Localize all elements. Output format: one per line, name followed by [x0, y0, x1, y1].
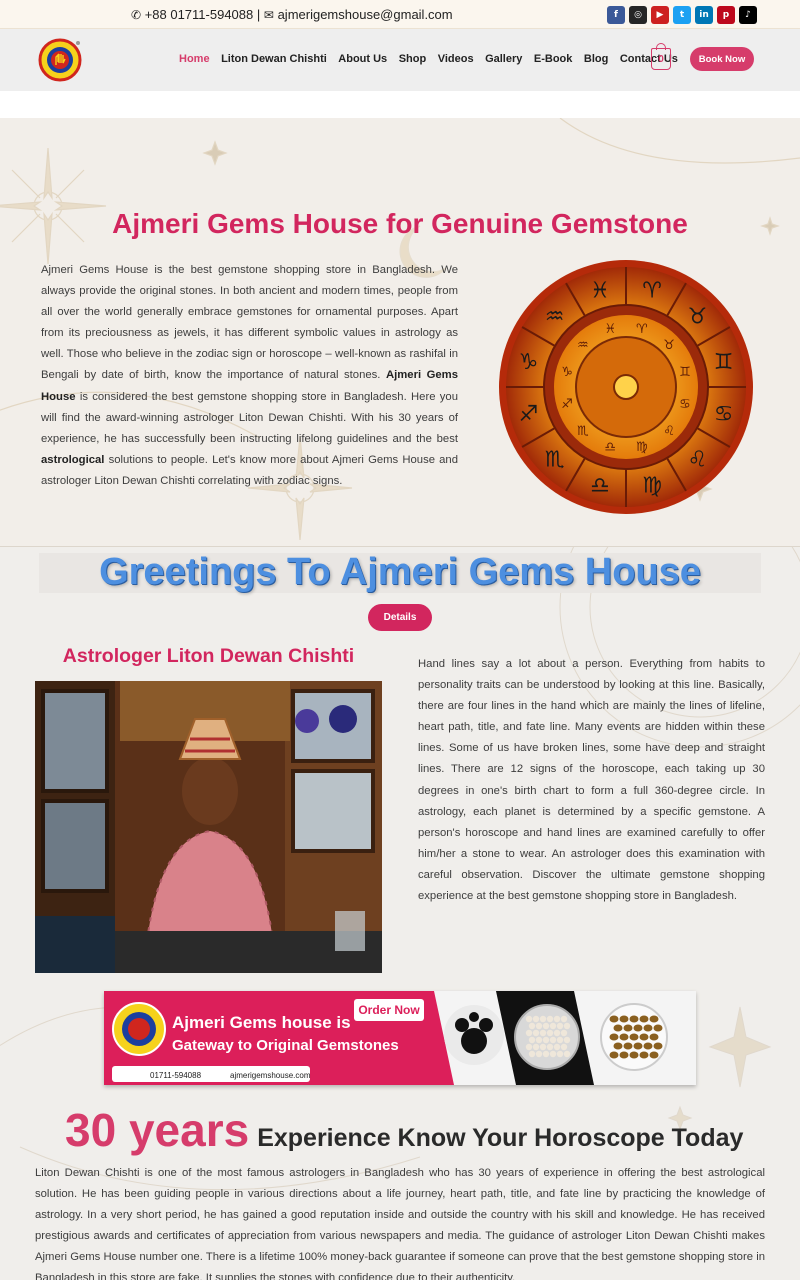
- svg-text:♐: ♐: [561, 397, 573, 412]
- nav-item-home[interactable]: Home: [179, 53, 210, 65]
- svg-text:♑: ♑: [561, 365, 573, 380]
- email-address[interactable]: ajmerigemshouse@gmail.com: [278, 7, 453, 22]
- tiktok-icon[interactable]: ♪: [739, 6, 757, 24]
- nav-item-shop[interactable]: Shop: [399, 53, 427, 65]
- svg-text:♏: ♏: [545, 447, 565, 472]
- banner-line-2: Gateway to Original Gemstones: [172, 1037, 399, 1054]
- ajmeri-logo[interactable]: [37, 38, 83, 82]
- greeting-title: Greetings To Ajmeri Gems House: [99, 551, 701, 593]
- main-nav: Home Liton Dewan Chishti About Us Shop Video…: [179, 53, 689, 65]
- details-button[interactable]: Details: [368, 604, 432, 631]
- social-links: f ◎ ▶ t in p ♪: [607, 6, 757, 24]
- svg-text:♊: ♊: [714, 350, 734, 375]
- nav-item-liton-dewan-chishti[interactable]: Liton Dewan Chishti: [221, 53, 327, 65]
- banner-website: ajmerigemshouse.com: [230, 1071, 311, 1080]
- top-contact-bar: ✆ +88 01711-594088 | ✉ ajmerigemshouse@g…: [0, 0, 800, 29]
- svg-text:♈: ♈: [636, 322, 648, 337]
- hero-title: Ajmeri Gems House for Genuine Gemstone: [112, 208, 688, 239]
- nav-item-gallery[interactable]: Gallery: [485, 53, 522, 65]
- cart-count: 0: [658, 53, 664, 65]
- svg-text:♋: ♋: [679, 397, 691, 412]
- envelope-icon: ✉: [263, 8, 274, 22]
- zodiac-wheel-image: ♈♉♊♋♌♍♎♏♐♑♒♓ ♈♉♊♋♌♍♎♏♐♑♒♓: [499, 260, 753, 514]
- astrologer-paragraph: Hand lines say a lot about a person. Eve…: [418, 658, 765, 903]
- svg-text:♊: ♊: [679, 365, 691, 380]
- banner-phone: 01711-594088: [150, 1071, 202, 1080]
- banner-order-label[interactable]: Order Now: [358, 1003, 420, 1017]
- hero-paragraph: Ajmeri Gems House is the best gemstone s…: [41, 260, 458, 492]
- astrologer-photo: [35, 681, 382, 973]
- hero-text-2: is considered the best gemstone shopping…: [41, 390, 458, 445]
- nav-item-e-book[interactable]: E-Book: [534, 53, 573, 65]
- svg-text:♓: ♓: [590, 278, 610, 303]
- greetings-section: Greetings To Ajmeri Gems House Details A…: [0, 546, 800, 1280]
- experience-subtitle: Experience Know Your Horoscope Today: [257, 1124, 744, 1152]
- nav-item-blog[interactable]: Blog: [584, 53, 608, 65]
- svg-text:♎: ♎: [604, 440, 616, 455]
- facebook-icon[interactable]: f: [607, 6, 625, 24]
- svg-text:♉: ♉: [688, 305, 708, 330]
- hero-text-3: solutions to people. Let's know more abo…: [41, 453, 458, 487]
- banner-line-1: Ajmeri Gems house is: [172, 1013, 351, 1032]
- header-spacer: [0, 91, 800, 118]
- cart-icon[interactable]: 0: [651, 43, 671, 70]
- svg-text:♏: ♏: [577, 424, 589, 439]
- astrologer-title: Astrologer Liton Dewan Chishti: [62, 645, 355, 667]
- hero-bold-astrological[interactable]: astrological: [41, 454, 104, 466]
- svg-text:♋: ♋: [714, 402, 734, 427]
- svg-text:♐: ♐: [519, 402, 539, 427]
- nav-item-videos[interactable]: Videos: [438, 53, 474, 65]
- nav-item-about-us[interactable]: About Us: [338, 53, 387, 65]
- svg-text:♍: ♍: [642, 474, 662, 499]
- svg-text:♒: ♒: [545, 305, 565, 330]
- svg-text:♒: ♒: [577, 338, 589, 353]
- whatsapp-icon: ✆: [131, 8, 142, 22]
- pinterest-icon[interactable]: p: [717, 6, 735, 24]
- experience-heading: 30 years Experience Know Your Horoscope T…: [65, 1103, 743, 1157]
- hero-text-1: Ajmeri Gems House is the best gemstone s…: [41, 264, 458, 382]
- book-now-button[interactable]: Book Now: [690, 47, 754, 71]
- years-count: 30 years: [65, 1104, 250, 1156]
- svg-text:♌: ♌: [663, 424, 675, 439]
- hero-section: Ajmeri Gems House for Genuine Gemstone A…: [0, 118, 800, 546]
- contact-info: ✆ +88 01711-594088 | ✉ ajmerigemshouse@g…: [131, 7, 453, 22]
- linkedin-icon[interactable]: in: [695, 6, 713, 24]
- svg-text:♉: ♉: [663, 338, 675, 353]
- experience-paragraph: Liton Dewan Chishti is one of the most f…: [35, 1167, 765, 1280]
- order-now-banner[interactable]: Order Now Ajmeri Gems house is Gateway t…: [104, 991, 696, 1085]
- svg-text:♑: ♑: [519, 350, 539, 375]
- phone-number[interactable]: +88 01711-594088: [145, 7, 254, 22]
- svg-text:♈: ♈: [642, 278, 662, 303]
- instagram-icon[interactable]: ◎: [629, 6, 647, 24]
- contact-separator: |: [256, 7, 261, 22]
- svg-text:♍: ♍: [636, 440, 648, 455]
- svg-text:♓: ♓: [604, 322, 616, 337]
- youtube-icon[interactable]: ▶: [651, 6, 669, 24]
- svg-text:♎: ♎: [590, 474, 610, 499]
- twitter-icon[interactable]: t: [673, 6, 691, 24]
- main-header: Home Liton Dewan Chishti About Us Shop Video…: [0, 29, 800, 91]
- svg-text:♌: ♌: [688, 447, 708, 472]
